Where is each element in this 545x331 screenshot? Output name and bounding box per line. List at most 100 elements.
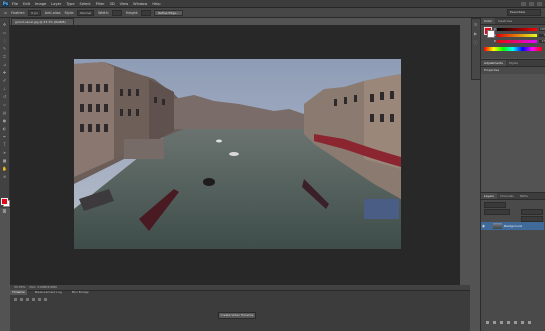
menu-image[interactable]: Image — [35, 2, 46, 6]
quick-select-icon[interactable]: ✎ — [2, 46, 7, 51]
width-input[interactable] — [112, 9, 122, 16]
healing-brush-icon[interactable]: ✚ — [2, 70, 7, 75]
b-slider[interactable] — [497, 40, 537, 43]
opacity-input[interactable] — [521, 209, 543, 215]
lasso-tool-icon[interactable]: ◌ — [2, 38, 7, 43]
style-select[interactable]: Normal — [77, 9, 95, 16]
tab-swatches[interactable]: Swatches — [495, 19, 515, 23]
move-tool-icon[interactable]: ✥ — [2, 22, 7, 27]
tab-layers[interactable]: Layers — [481, 193, 497, 199]
menu-file[interactable]: File — [12, 2, 18, 6]
menu-filter[interactable]: Filter — [96, 2, 105, 6]
r-slider[interactable] — [497, 28, 537, 31]
minimize-button[interactable] — [521, 1, 526, 6]
document-tab[interactable]: grand-canal.jpg @ 33.3% (RGB/8) — [11, 18, 74, 25]
layer-mask-icon[interactable] — [500, 321, 503, 324]
gradient-icon[interactable]: ▤ — [2, 110, 7, 115]
foreground-color-swatch[interactable] — [1, 198, 8, 205]
eyedropper-icon[interactable]: ⊿ — [2, 62, 7, 67]
layer-row[interactable]: ◉ Background — [481, 222, 544, 230]
r-value[interactable]: 230 — [539, 28, 545, 31]
next-frame-icon[interactable] — [32, 298, 35, 301]
actions-icon[interactable]: ▶ — [473, 31, 478, 36]
adjustment-layer-icon[interactable] — [507, 321, 510, 324]
feather-label: Feather: — [11, 10, 26, 15]
create-video-timeline-button[interactable]: Create Video Timeline — [218, 312, 256, 319]
dodge-tool-icon[interactable]: ◐ — [2, 126, 7, 131]
menu-bar: Ps File Edit Image Layer Type Select Fil… — [0, 0, 545, 8]
marquee-tool-icon[interactable]: ▭ — [2, 30, 7, 35]
tab-measurement-log[interactable]: Measurement Log — [33, 290, 64, 295]
workspace-select[interactable]: Essentials — [507, 9, 541, 16]
b-label: B — [494, 39, 496, 43]
settings-icon[interactable] — [44, 298, 47, 301]
g-label: G — [494, 33, 497, 37]
brush-tool-icon[interactable]: ✐ — [2, 78, 7, 83]
tab-styles[interactable]: Styles — [506, 61, 521, 65]
toolbox: ✥ ▭ ◌ ✎ ⌗ ⊿ ✚ ✐ ⊥ ↺ ▱ ▤ ● ◐ ✒ T ➤ ■ ✋ ⊕ … — [0, 18, 10, 213]
b-value[interactable]: 27 — [539, 40, 545, 43]
feather-input[interactable]: 0 px — [28, 9, 41, 16]
eraser-icon[interactable]: ▱ — [2, 102, 7, 107]
tab-paths[interactable]: Paths — [517, 194, 531, 198]
menu-select[interactable]: Select — [80, 2, 91, 6]
audio-icon[interactable] — [38, 298, 41, 301]
info-icon[interactable]: ⓘ — [473, 40, 478, 45]
menu-help[interactable]: Help — [152, 2, 160, 6]
blur-tool-icon[interactable]: ● — [2, 118, 7, 123]
pen-tool-icon[interactable]: ✒ — [2, 134, 7, 139]
height-input[interactable] — [141, 9, 152, 16]
history-icon[interactable]: ☰ — [473, 22, 478, 27]
g-slider[interactable] — [497, 34, 537, 37]
delete-layer-icon[interactable] — [528, 321, 531, 324]
clone-stamp-icon[interactable]: ⊥ — [2, 86, 7, 91]
layer-filter-select[interactable] — [484, 202, 506, 208]
antialias-checkbox[interactable]: Anti-alias — [45, 11, 61, 15]
shape-tool-icon[interactable]: ■ — [2, 158, 7, 163]
visibility-eye-icon[interactable]: ◉ — [482, 224, 486, 228]
crop-tool-icon[interactable]: ⌗ — [2, 54, 7, 59]
close-button[interactable] — [537, 1, 542, 6]
menu-edit[interactable]: Edit — [23, 2, 30, 6]
layer-name[interactable]: Background — [504, 224, 522, 228]
zoom-tool-icon[interactable]: ⊕ — [2, 174, 7, 179]
play-icon[interactable] — [26, 298, 29, 301]
new-group-icon[interactable] — [514, 321, 517, 324]
menu-3d[interactable]: 3D — [110, 2, 115, 6]
quick-mask-icon[interactable]: ◙ — [2, 208, 7, 213]
tab-mini-bridge[interactable]: Mini Bridge — [70, 290, 91, 295]
link-layers-icon[interactable] — [486, 321, 489, 324]
timeline-controls — [14, 298, 47, 303]
first-frame-icon[interactable] — [14, 298, 17, 301]
menu-layer[interactable]: Layer — [51, 2, 61, 6]
new-layer-icon[interactable] — [521, 321, 524, 324]
menu-window[interactable]: Window — [133, 2, 147, 6]
marquee-tool-icon[interactable]: ▭ — [4, 11, 7, 15]
properties-panel-body — [480, 74, 545, 192]
width-label: Width: — [98, 10, 110, 15]
layer-style-icon[interactable] — [493, 321, 496, 324]
prev-frame-icon[interactable] — [20, 298, 23, 301]
path-select-icon[interactable]: ➤ — [2, 150, 7, 155]
document-image[interactable] — [74, 59, 401, 249]
color-spectrum-bar[interactable] — [484, 47, 542, 51]
refine-edge-button[interactable]: Refine Edge... — [154, 9, 183, 16]
menu-type[interactable]: Type — [66, 2, 74, 6]
type-tool-icon[interactable]: T — [2, 142, 7, 147]
layers-panel: Layers Channels Paths — [480, 192, 545, 331]
tab-adjustments[interactable]: Adjustments — [481, 60, 506, 66]
hand-tool-icon[interactable]: ✋ — [2, 166, 7, 171]
maximize-button[interactable] — [529, 1, 534, 6]
options-bar: ▭ Feather: 0 px Anti-alias Style: Normal… — [0, 8, 545, 18]
properties-title: Properties — [484, 68, 500, 72]
adjustments-panel: Adjustments Styles Properties — [480, 59, 545, 74]
menu-view[interactable]: View — [120, 2, 129, 6]
tab-color[interactable]: Color — [481, 18, 495, 24]
style-label: Style: — [64, 10, 75, 15]
history-brush-icon[interactable]: ↺ — [2, 94, 7, 99]
tab-channels[interactable]: Channels — [497, 194, 517, 198]
tab-timeline[interactable]: Timeline — [10, 290, 27, 295]
color-panel: Color Swatches R 230 G 7 B 27 — [480, 18, 545, 58]
blend-mode-select[interactable] — [484, 209, 510, 215]
g-value[interactable]: 7 — [539, 34, 545, 37]
